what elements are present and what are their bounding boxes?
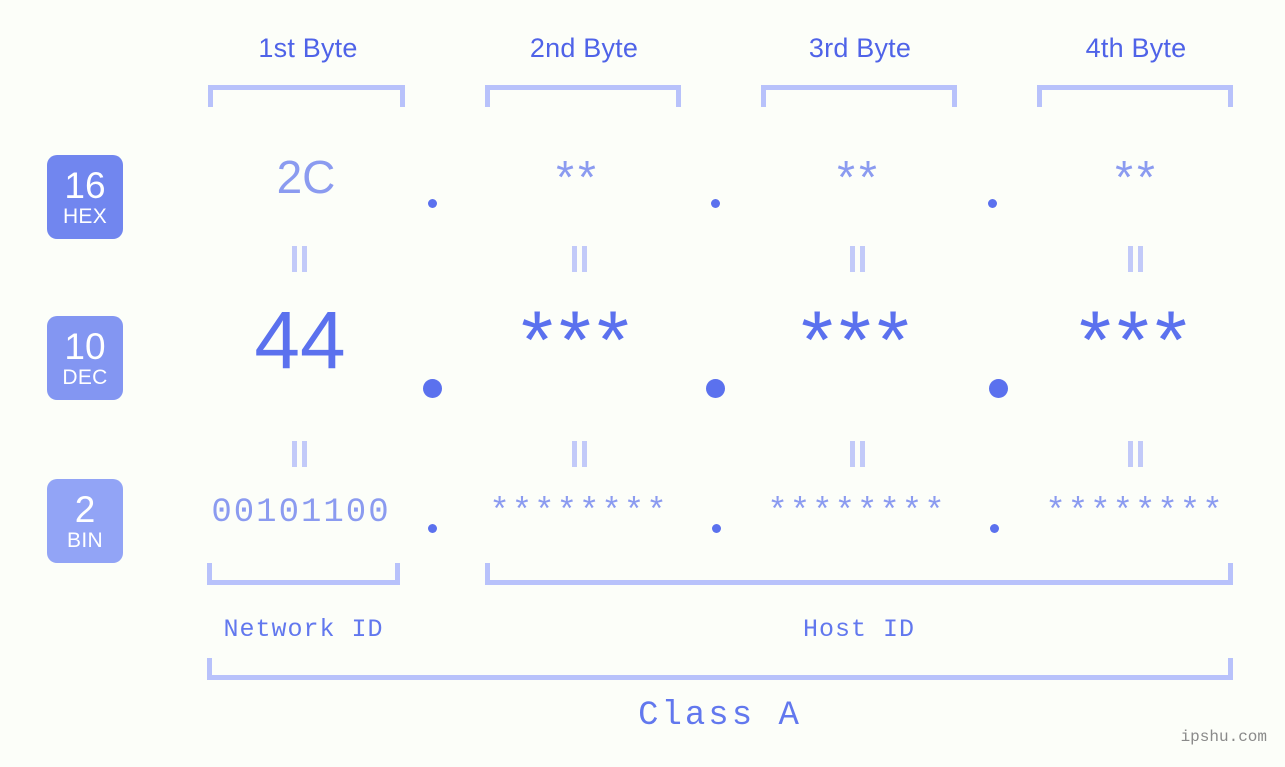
byte-column-label-4: 4th Byte xyxy=(1085,33,1187,63)
hex-value-byte-1: 2C xyxy=(276,151,336,203)
hex-value-byte-4: ** xyxy=(1115,151,1159,203)
bin-separator-dot-3 xyxy=(990,524,999,533)
base-badge-bin: 2 BIN xyxy=(47,479,123,563)
bin-separator-dot-1 xyxy=(428,524,437,533)
bin-value-byte-4: ******** xyxy=(1045,494,1225,532)
hex-separator-dot-2 xyxy=(711,199,720,208)
base-badge-dec: 10 DEC xyxy=(47,316,123,400)
equals-connector-hex-dec-3 xyxy=(850,246,868,272)
equals-connector-dec-bin-3 xyxy=(850,441,868,467)
dec-separator-dot-3 xyxy=(989,379,1008,398)
base-badge-bin-unit: BIN xyxy=(67,529,103,552)
host-id-label: Host ID xyxy=(802,615,916,644)
dec-value-byte-3: *** xyxy=(801,295,915,386)
hex-value-byte-2: ** xyxy=(556,151,600,203)
base-badge-hex-number: 16 xyxy=(64,165,106,206)
base-badge-bin-number: 2 xyxy=(74,489,96,530)
equals-connector-hex-dec-2 xyxy=(572,246,590,272)
byte-column-label-3: 3rd Byte xyxy=(808,33,912,63)
dec-value-byte-2: *** xyxy=(521,295,635,386)
byte-bracket-top-2 xyxy=(485,85,681,107)
equals-connector-dec-bin-1 xyxy=(292,441,310,467)
site-watermark: ipshu.com xyxy=(1180,728,1267,746)
hex-separator-dot-1 xyxy=(428,199,437,208)
dec-separator-dot-2 xyxy=(706,379,725,398)
bin-value-byte-2: ******** xyxy=(489,494,669,532)
bin-value-byte-3: ******** xyxy=(767,494,947,532)
network-id-label: Network ID xyxy=(223,615,384,644)
equals-connector-dec-bin-4 xyxy=(1128,441,1146,467)
byte-bracket-top-4 xyxy=(1037,85,1233,107)
byte-bracket-top-3 xyxy=(761,85,957,107)
hex-separator-dot-3 xyxy=(988,199,997,208)
equals-connector-dec-bin-2 xyxy=(572,441,590,467)
host-id-bracket xyxy=(485,563,1233,585)
network-id-bracket xyxy=(207,563,400,585)
bin-separator-dot-2 xyxy=(712,524,721,533)
byte-column-label-1: 1st Byte xyxy=(258,33,358,63)
dec-value-byte-4: *** xyxy=(1079,295,1193,386)
dec-separator-dot-1 xyxy=(423,379,442,398)
base-badge-dec-unit: DEC xyxy=(62,366,108,389)
base-badge-dec-number: 10 xyxy=(64,326,106,367)
byte-column-label-2: 2nd Byte xyxy=(529,33,639,63)
base-badge-hex: 16 HEX xyxy=(47,155,123,239)
dec-value-byte-1: 44 xyxy=(254,295,346,386)
equals-connector-hex-dec-1 xyxy=(292,246,310,272)
class-bracket xyxy=(207,658,1233,680)
class-label: Class A xyxy=(638,697,802,735)
ip-address-breakdown-diagram: 1st Byte 2nd Byte 3rd Byte 4th Byte 16 H… xyxy=(0,0,1285,767)
equals-connector-hex-dec-4 xyxy=(1128,246,1146,272)
base-badge-hex-unit: HEX xyxy=(62,205,108,228)
bin-value-byte-1: 00101100 xyxy=(211,494,391,532)
hex-value-byte-3: ** xyxy=(837,151,881,203)
byte-bracket-top-1 xyxy=(208,85,405,107)
